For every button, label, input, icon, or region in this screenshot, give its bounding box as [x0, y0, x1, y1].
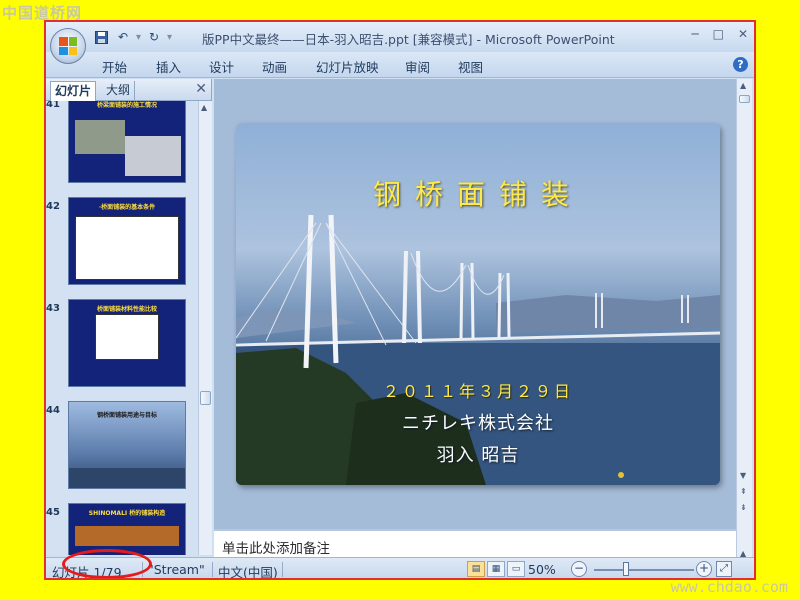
slides-pane: 幻灯片 大纲 ✕ 41 桥梁面铺装的施工情况 42 ·桥面铺装的基本条件 43 … — [46, 79, 212, 555]
slide-editing-area: 钢桥面铺装 ２０１１年３月２９日 ニチレキ株式会社 羽入 昭吉 — [214, 79, 736, 535]
zoom-slider[interactable] — [594, 569, 694, 571]
slide-thumbnail-title: ·桥面铺装的基本条件 — [98, 204, 156, 211]
scroll-down-icon[interactable]: ▼ — [740, 471, 746, 480]
scroll-up-icon[interactable]: ▲ — [740, 81, 746, 90]
office-logo-icon — [59, 37, 77, 55]
status-bar: 幻灯片 1/79 "Stream" 中文(中国) ▤ ▦ ▭ 50% − + ⤢ — [46, 557, 754, 578]
powerpoint-window: ↶ ▾ ↻ ▾ 版PP中文最终——日本-羽入昭吉.ppt [兼容模式] - Mi… — [44, 20, 756, 580]
tab-review[interactable]: 审阅 — [405, 57, 430, 76]
undo-icon[interactable]: ↶ — [114, 28, 132, 46]
save-icon[interactable] — [92, 28, 110, 46]
tab-outline[interactable]: 大纲 — [102, 81, 136, 101]
notes-placeholder[interactable]: 单击此处添加备注 — [222, 537, 330, 557]
status-divider — [282, 562, 283, 577]
list-item[interactable]: 42 ·桥面铺装的基本条件 — [46, 197, 198, 289]
normal-view-icon[interactable]: ▤ — [467, 561, 485, 577]
ribbon-tabs: 开始 插入 设计 动画 幻灯片放映 审阅 视图 ? — [46, 52, 754, 78]
scrollbar-thumb[interactable] — [200, 391, 211, 405]
slide-thumbnail-title: 桥梁面铺装的施工情况 — [96, 102, 157, 109]
slide-thumbnail[interactable]: 钢桥面铺装用途与目标 — [68, 401, 186, 489]
thumbnails-scrollbar[interactable]: ▲ — [198, 101, 212, 555]
help-icon[interactable]: ? — [733, 57, 748, 72]
slide-number: 41 — [46, 101, 60, 110]
scrollbar-thumb[interactable] — [739, 95, 750, 103]
previous-slide-icon[interactable]: ⇞ — [740, 487, 747, 496]
slide-thumbnail[interactable]: 桥梁面铺装的施工情况 — [68, 101, 186, 183]
pane-tabs: 幻灯片 大纲 ✕ — [46, 79, 211, 101]
zoom-in-icon[interactable]: + — [696, 561, 712, 577]
zoom-out-icon[interactable]: − — [571, 561, 587, 577]
office-button[interactable] — [50, 28, 86, 64]
fit-to-window-icon[interactable]: ⤢ — [716, 561, 732, 577]
slide-thumbnails: 41 桥梁面铺装的施工情况 42 ·桥面铺装的基本条件 43 桥面铺装材料性能比… — [46, 101, 198, 555]
slide-number: 45 — [46, 507, 60, 518]
tab-animations[interactable]: 动画 — [262, 57, 287, 76]
list-item[interactable]: 45 SHINOMALI 桥的铺装构造 — [46, 503, 198, 555]
tab-insert[interactable]: 插入 — [156, 57, 181, 76]
tab-slides[interactable]: 幻灯片 — [50, 81, 97, 101]
status-divider — [212, 562, 213, 577]
notes-pane[interactable]: 单击此处添加备注 — [214, 529, 736, 557]
slide-title[interactable]: 钢桥面铺装 — [236, 173, 720, 213]
slide-scrollbar[interactable]: ▲ ▼ ⇞ ⇟ ▲ — [736, 79, 752, 575]
slide-thumbnail-title: 钢桥面铺装用途与目标 — [96, 412, 157, 419]
slide-thumbnail-title: SHINOMALI 桥的铺装构造 — [88, 510, 166, 517]
title-bar: ↶ ▾ ↻ ▾ 版PP中文最终——日本-羽入昭吉.ppt [兼容模式] - Mi… — [46, 22, 754, 52]
tab-design[interactable]: 设计 — [209, 57, 234, 76]
tab-home[interactable]: 开始 — [102, 57, 127, 76]
theme-name: "Stream" — [148, 562, 205, 577]
slide-number: 43 — [46, 303, 60, 314]
redo-icon[interactable]: ↻ — [145, 28, 163, 46]
view-buttons: ▤ ▦ ▭ — [467, 561, 525, 577]
scroll-up-icon[interactable]: ▲ — [201, 103, 207, 112]
slide-number: 44 — [46, 405, 60, 416]
tab-view[interactable]: 视图 — [458, 57, 483, 76]
list-item[interactable]: 44 钢桥面铺装用途与目标 — [46, 401, 198, 493]
slide-sorter-icon[interactable]: ▦ — [487, 561, 505, 577]
current-slide[interactable]: 钢桥面铺装 ２０１１年３月２９日 ニチレキ株式会社 羽入 昭吉 — [236, 123, 720, 485]
watermark-bottom-right: www.chdao.com — [670, 578, 788, 596]
list-item[interactable]: 43 桥面铺装材料性能比较 — [46, 299, 198, 391]
slide-presenter[interactable]: 羽入 昭吉 — [236, 441, 720, 467]
slide-thumbnail[interactable]: ·桥面铺装的基本条件 — [68, 197, 186, 285]
tab-slideshow[interactable]: 幻灯片放映 — [316, 57, 379, 76]
slide-thumbnail[interactable]: SHINOMALI 桥的铺装构造 — [68, 503, 186, 555]
next-slide-icon[interactable]: ⇟ — [740, 503, 747, 512]
slide-number: 42 — [46, 201, 60, 212]
list-item[interactable]: 41 桥梁面铺装的施工情况 — [46, 101, 198, 187]
slide-thumbnail[interactable]: 桥面铺装材料性能比较 — [68, 299, 186, 387]
window-controls: ─ □ ✕ — [691, 27, 748, 41]
close-icon[interactable]: ✕ — [195, 81, 207, 97]
maximize-button[interactable]: □ — [713, 27, 724, 41]
window-title: 版PP中文最终——日本-羽入昭吉.ppt [兼容模式] - Microsoft … — [202, 32, 615, 47]
slide-thumbnail-title: 桥面铺装材料性能比较 — [96, 306, 157, 313]
slide-company[interactable]: ニチレキ株式会社 — [236, 409, 720, 435]
minimize-button[interactable]: ─ — [691, 27, 698, 41]
zoom-level[interactable]: 50% — [528, 562, 556, 577]
close-button[interactable]: ✕ — [738, 27, 748, 41]
slide-date[interactable]: ２０１１年３月２９日 — [236, 378, 720, 402]
language-indicator[interactable]: 中文(中国) — [218, 562, 278, 578]
customize-icon[interactable]: ▾ — [167, 32, 172, 43]
slideshow-view-icon[interactable]: ▭ — [507, 561, 525, 577]
undo-dropdown-icon[interactable]: ▾ — [136, 32, 141, 43]
zoom-slider-handle[interactable] — [623, 562, 629, 576]
annotation-circle — [62, 549, 152, 578]
quick-access-toolbar: ↶ ▾ ↻ ▾ — [92, 28, 172, 46]
